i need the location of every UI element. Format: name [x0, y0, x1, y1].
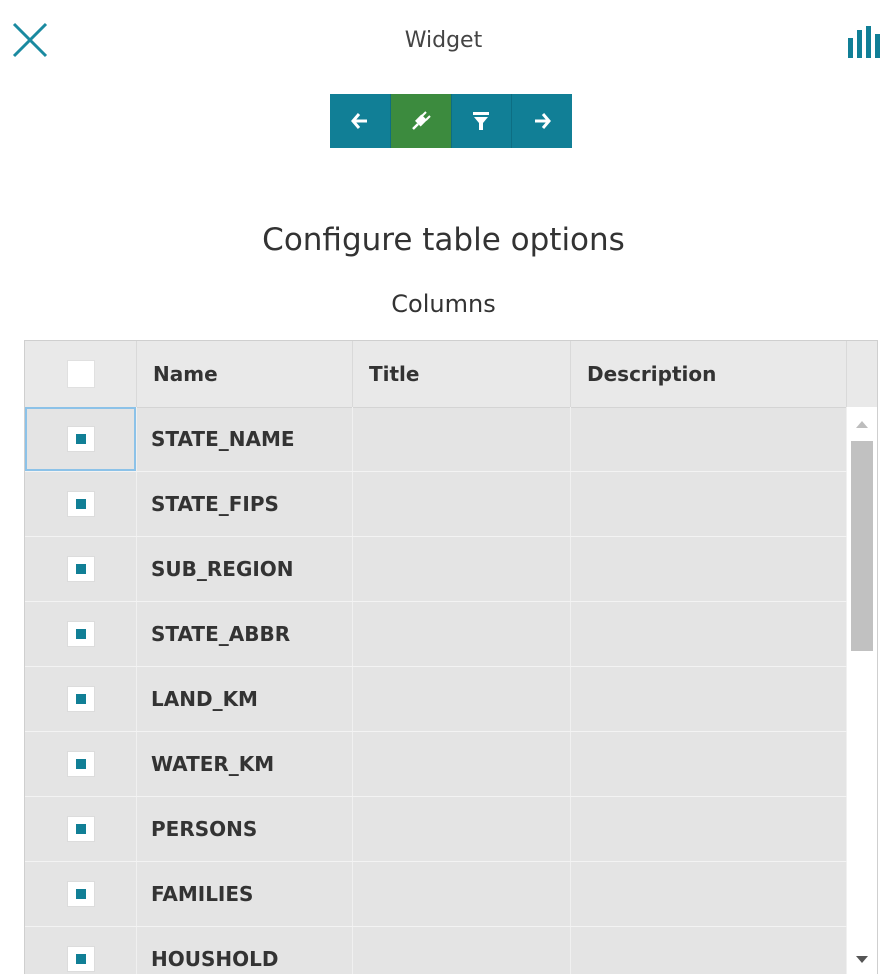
column-name-cell[interactable]: WATER_KM — [137, 732, 353, 796]
table-row[interactable]: STATE_ABBR — [25, 602, 847, 667]
column-title-cell[interactable] — [353, 537, 571, 601]
checkbox-mark-icon — [75, 759, 86, 769]
plug-icon — [411, 111, 431, 130]
bar-chart-icon — [848, 26, 880, 58]
row-checkbox[interactable] — [66, 426, 95, 452]
column-title-cell[interactable] — [353, 862, 571, 926]
table-row[interactable]: LAND_KM — [25, 667, 847, 732]
column-name-cell[interactable]: HOUSHOLD — [137, 927, 353, 974]
column-name-cell[interactable]: FAMILIES — [137, 862, 353, 926]
checkbox-mark-icon — [75, 889, 86, 899]
column-name-cell[interactable]: STATE_ABBR — [137, 602, 353, 666]
column-name-cell[interactable]: LAND_KM — [137, 667, 353, 731]
row-checkbox[interactable] — [66, 946, 95, 972]
row-checkbox[interactable] — [66, 816, 95, 842]
column-description-cell[interactable] — [571, 862, 847, 926]
page-heading: Configure table options — [262, 222, 625, 258]
checkbox-mark-icon — [75, 824, 86, 834]
checkbox-mark-icon — [75, 564, 86, 574]
column-title-cell[interactable] — [353, 472, 571, 536]
section-subheading: Columns — [391, 290, 496, 318]
row-check-cell — [25, 862, 137, 926]
header-select-all-cell — [25, 341, 137, 407]
checkbox-mark-icon — [75, 434, 86, 444]
column-title-cell[interactable] — [353, 602, 571, 666]
table-row[interactable]: PERSONS — [25, 797, 847, 862]
row-check-cell — [25, 407, 137, 471]
row-check-cell — [25, 797, 137, 861]
row-checkbox[interactable] — [66, 751, 95, 777]
column-description-cell[interactable] — [571, 472, 847, 536]
connect-button[interactable] — [390, 94, 452, 148]
column-name-cell[interactable]: STATE_FIPS — [137, 472, 353, 536]
filter-button[interactable] — [451, 94, 513, 148]
checkbox-mark-icon — [75, 954, 86, 964]
filter-icon — [473, 112, 490, 130]
row-checkbox[interactable] — [66, 686, 95, 712]
column-description-cell[interactable] — [571, 537, 847, 601]
table-row[interactable]: FAMILIES — [25, 862, 847, 927]
checkbox-mark-icon — [75, 499, 86, 509]
table-body: STATE_NAME STATE_FIPS SUB_REGION STATE_ABBR… — [25, 407, 847, 974]
table-row[interactable]: SUB_REGION — [25, 537, 847, 602]
row-check-cell — [25, 602, 137, 666]
header-description[interactable]: Description — [571, 341, 847, 407]
row-check-cell — [25, 927, 137, 974]
row-check-cell — [25, 732, 137, 796]
scrollbar-thumb[interactable] — [851, 441, 873, 651]
window-title: Widget — [404, 28, 483, 53]
wizard-toolbar — [330, 94, 572, 148]
table-row[interactable]: STATE_FIPS — [25, 472, 847, 537]
table-row[interactable]: WATER_KM — [25, 732, 847, 797]
vertical-scrollbar[interactable] — [847, 407, 877, 974]
row-checkbox[interactable] — [66, 621, 95, 647]
row-check-cell — [25, 667, 137, 731]
columns-table: Name Title Description STATE_NAME STATE_F… — [24, 340, 878, 974]
column-title-cell[interactable] — [353, 732, 571, 796]
column-description-cell[interactable] — [571, 667, 847, 731]
header-title[interactable]: Title — [353, 341, 571, 407]
column-description-cell[interactable] — [571, 407, 847, 471]
column-title-cell[interactable] — [353, 407, 571, 471]
column-title-cell[interactable] — [353, 667, 571, 731]
row-check-cell — [25, 537, 137, 601]
row-checkbox[interactable] — [66, 491, 95, 517]
table-row[interactable]: HOUSHOLD — [25, 927, 847, 974]
column-description-cell[interactable] — [571, 797, 847, 861]
column-name-cell[interactable]: SUB_REGION — [137, 537, 353, 601]
column-name-cell[interactable]: STATE_NAME — [137, 407, 353, 471]
column-name-cell[interactable]: PERSONS — [137, 797, 353, 861]
header-name[interactable]: Name — [137, 341, 353, 407]
row-check-cell — [25, 472, 137, 536]
next-button[interactable] — [512, 94, 572, 148]
scroll-down-arrow-icon[interactable] — [856, 956, 868, 963]
column-title-cell[interactable] — [353, 797, 571, 861]
column-title-cell[interactable] — [353, 927, 571, 974]
back-button[interactable] — [330, 94, 391, 148]
checkbox-mark-icon — [75, 694, 86, 704]
select-all-checkbox[interactable] — [66, 360, 95, 388]
table-header: Name Title Description — [25, 341, 877, 408]
scroll-up-arrow-icon[interactable] — [856, 421, 868, 428]
column-description-cell[interactable] — [571, 602, 847, 666]
checkbox-mark-icon — [75, 629, 86, 639]
table-row[interactable]: STATE_NAME — [25, 407, 847, 472]
column-description-cell[interactable] — [571, 927, 847, 974]
row-checkbox[interactable] — [66, 881, 95, 907]
arrow-right-icon — [535, 113, 552, 129]
chart-button[interactable] — [846, 24, 886, 58]
column-description-cell[interactable] — [571, 732, 847, 796]
arrow-left-icon — [350, 113, 367, 129]
row-checkbox[interactable] — [66, 556, 95, 582]
